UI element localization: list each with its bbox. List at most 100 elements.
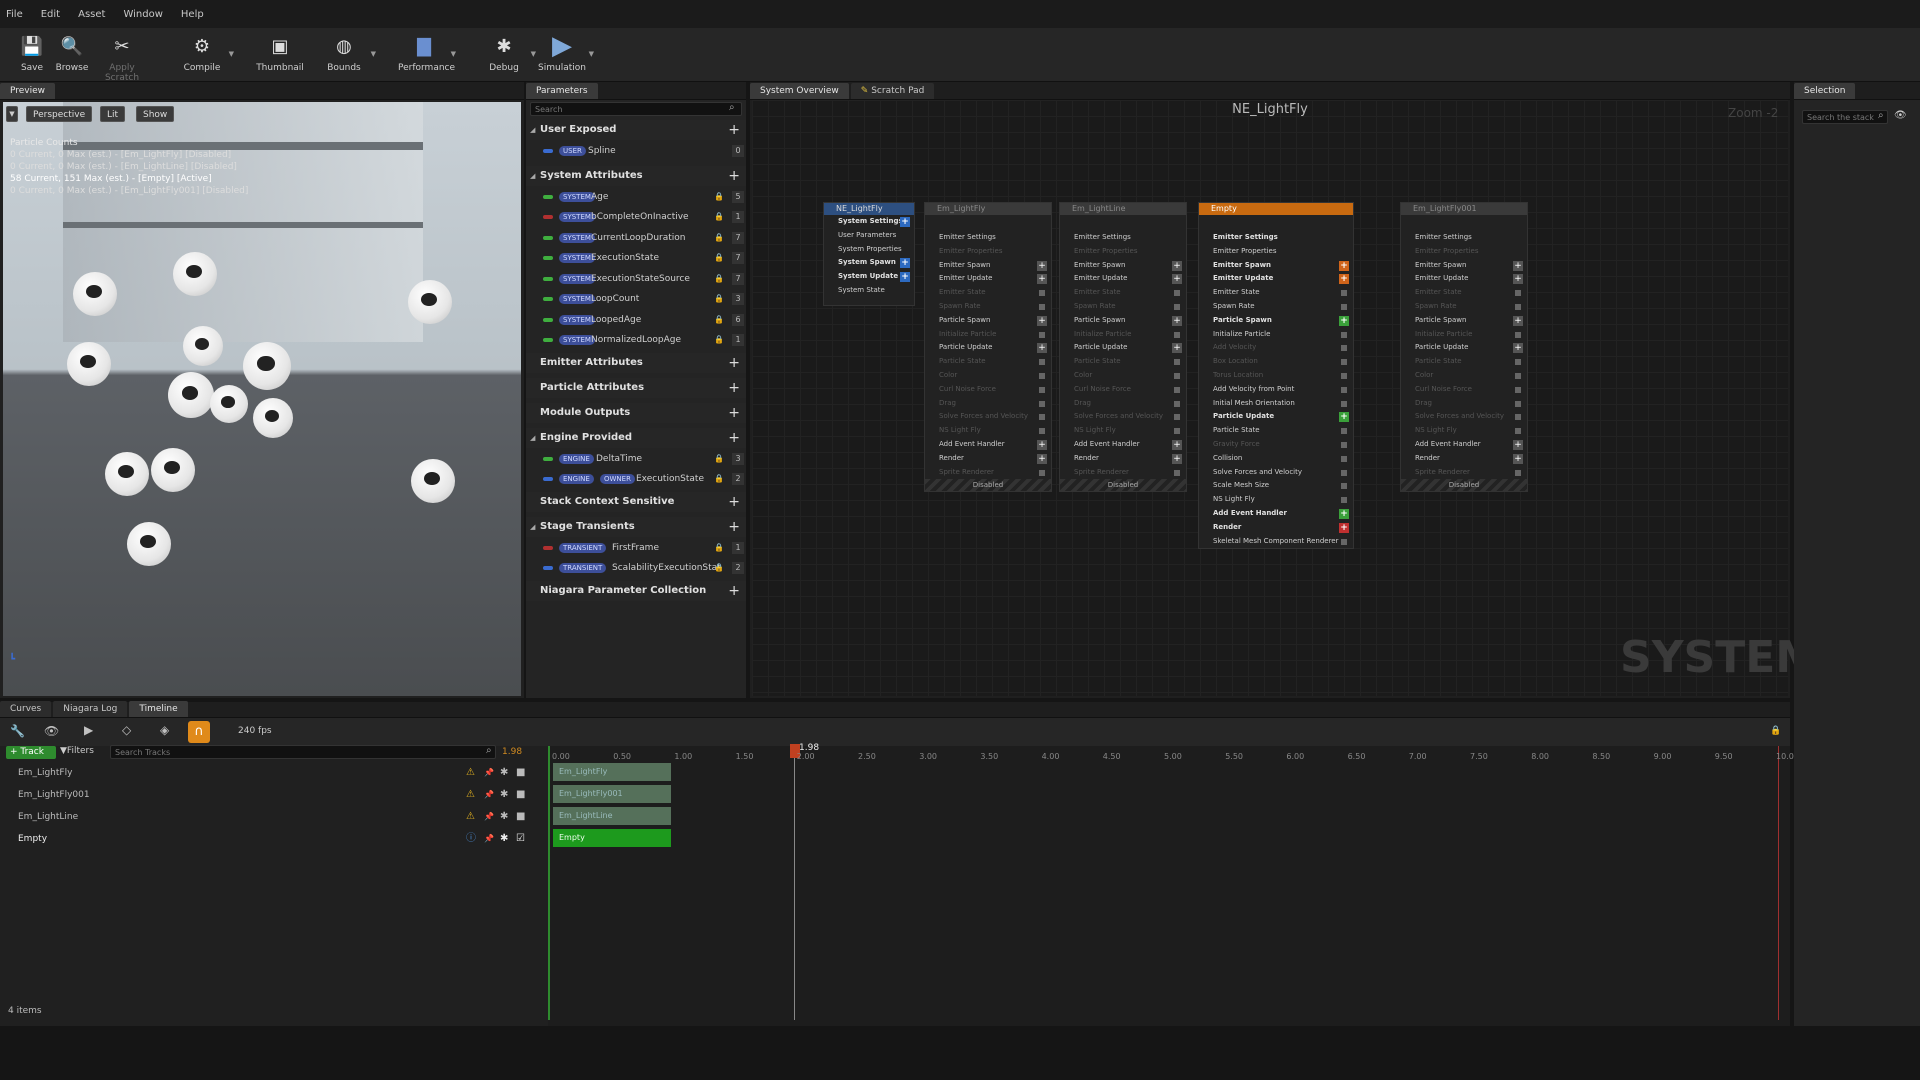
- enable-checkbox[interactable]: [1341, 497, 1347, 504]
- enable-checkbox[interactable]: [1515, 303, 1521, 310]
- lit-button[interactable]: Lit: [100, 106, 126, 122]
- parameter-row[interactable]: ENGINE OWNER ExecutionState 🔒 2: [526, 469, 746, 489]
- emitter-node-row[interactable]: Emitter Settings: [925, 231, 1051, 245]
- emitter-node-row[interactable]: Spawn Rate: [1199, 300, 1353, 314]
- emitter-segment[interactable]: Em_LightLine: [553, 807, 671, 825]
- emitter-node-row[interactable]: Emitter State: [1199, 286, 1353, 300]
- keyframe-icon[interactable]: ◇: [122, 723, 131, 737]
- enable-checkbox[interactable]: [1174, 414, 1180, 421]
- enable-checkbox[interactable]: [1341, 455, 1347, 462]
- enable-checkbox[interactable]: [1341, 372, 1347, 379]
- section-header[interactable]: ◢ User Exposed +: [526, 120, 746, 140]
- isolate-icon[interactable]: ✱: [500, 784, 508, 806]
- emitter-node-row[interactable]: Emitter Spawn +: [1401, 259, 1527, 273]
- menu-help[interactable]: Help: [181, 9, 204, 20]
- enable-checkbox[interactable]: [1174, 331, 1180, 338]
- emitter-node-row[interactable]: Particle Spawn +: [1060, 314, 1186, 328]
- emitter-node-row[interactable]: Emitter Spawn +: [925, 259, 1051, 273]
- wrench-icon[interactable]: 🔧: [10, 724, 25, 738]
- emitter-node-row[interactable]: NS Light Fly: [925, 424, 1051, 438]
- emitter-node-row[interactable]: Scale Mesh Size: [1199, 479, 1353, 493]
- emitter-node-row[interactable]: Particle State: [1401, 355, 1527, 369]
- expand-arrow-icon[interactable]: ◢: [530, 120, 535, 140]
- parameter-row[interactable]: USERSpline🔒0: [526, 141, 746, 161]
- emitter-node-row[interactable]: Emitter Update +: [1060, 272, 1186, 286]
- enable-checkbox[interactable]: [1515, 331, 1521, 338]
- emitter-node-row[interactable]: NS Light Fly: [1401, 424, 1527, 438]
- emitter-node-row[interactable]: Spawn Rate: [925, 300, 1051, 314]
- enable-checkbox[interactable]: [1341, 469, 1347, 476]
- emitter-node-row[interactable]: Add Velocity: [1199, 341, 1353, 355]
- add-icon[interactable]: +: [728, 378, 740, 398]
- chevron-down-icon[interactable]: ▼: [229, 50, 234, 58]
- enable-checkbox[interactable]: [1174, 428, 1180, 435]
- system-node-row[interactable]: User Parameters: [824, 229, 914, 243]
- enable-checkbox[interactable]: [1174, 372, 1180, 379]
- add-module-icon[interactable]: +: [1037, 315, 1047, 326]
- emitter-node-row[interactable]: Emitter Update +: [1401, 272, 1527, 286]
- emitter-node-row[interactable]: Solve Forces and Velocity: [1060, 410, 1186, 424]
- pin-icon[interactable]: 📌: [484, 828, 494, 850]
- fps-select[interactable]: 240 fps: [238, 726, 272, 736]
- emitter-node-row[interactable]: Render +: [1199, 521, 1353, 535]
- emitter-node-row[interactable]: Drag: [1401, 397, 1527, 411]
- add-module-icon[interactable]: +: [1513, 260, 1523, 271]
- emitter-node-row[interactable]: Initialize Particle: [1199, 328, 1353, 342]
- lock-icon[interactable]: 🔒: [1770, 726, 1781, 736]
- enable-checkbox[interactable]: ■: [516, 784, 525, 806]
- emitter-node-row[interactable]: Color: [1401, 369, 1527, 383]
- system-node-row[interactable]: System Settings +: [824, 215, 914, 229]
- add-icon[interactable]: +: [728, 403, 740, 423]
- track-row[interactable]: Em_LightLine ⚠ 📌 ✱ ■: [0, 806, 536, 828]
- toolbar-simulation-button[interactable]: ▶ Simulation ▼: [536, 31, 594, 73]
- add-icon[interactable]: +: [728, 428, 740, 448]
- section-header[interactable]: Stack Context Sensitive +: [526, 491, 746, 512]
- enable-checkbox[interactable]: [1515, 400, 1521, 407]
- menu-file[interactable]: File: [6, 9, 23, 20]
- isolate-icon[interactable]: ✱: [500, 828, 508, 850]
- enable-checkbox[interactable]: [1174, 290, 1180, 297]
- enable-checkbox[interactable]: [1341, 400, 1347, 407]
- enable-checkbox[interactable]: [1039, 414, 1045, 421]
- emitter-node[interactable]: Em_LightLine Emitter Settings Emitter Prop…: [1059, 202, 1187, 493]
- parameter-row[interactable]: ENGINE DeltaTime 🔒 3: [526, 449, 746, 469]
- system-node-row[interactable]: System State: [824, 284, 914, 298]
- eye-icon[interactable]: 👁: [1894, 110, 1907, 121]
- enable-checkbox[interactable]: [1515, 372, 1521, 379]
- add-module-icon[interactable]: +: [1172, 274, 1182, 285]
- stack-search-input[interactable]: Search the stack: [1802, 110, 1888, 124]
- enable-checkbox[interactable]: [1341, 331, 1347, 338]
- isolate-icon[interactable]: ✱: [500, 806, 508, 828]
- emitter-node-row[interactable]: Emitter State: [1401, 286, 1527, 300]
- emitter-node-row[interactable]: Curl Noise Force: [1060, 383, 1186, 397]
- emitter-node-row[interactable]: Emitter State: [1060, 286, 1186, 300]
- emitter-node-row[interactable]: Add Event Handler +: [1060, 438, 1186, 452]
- pin-icon[interactable]: 📌: [484, 762, 494, 784]
- section-header[interactable]: ◢ Stage Transients +: [526, 516, 746, 537]
- emitter-node-row[interactable]: Sprite Renderer: [1401, 466, 1527, 480]
- emitter-segment[interactable]: Em_LightFly001: [553, 785, 671, 803]
- add-icon[interactable]: +: [728, 166, 740, 186]
- add-module-icon[interactable]: +: [1037, 453, 1047, 464]
- add-module-icon[interactable]: +: [1339, 315, 1349, 326]
- emitter-node-row[interactable]: Emitter Properties: [1060, 245, 1186, 259]
- emitter-node-row[interactable]: Particle State: [925, 355, 1051, 369]
- enable-checkbox[interactable]: [1515, 469, 1521, 476]
- enable-checkbox[interactable]: [1039, 386, 1045, 393]
- emitter-node-row[interactable]: Particle Spawn +: [925, 314, 1051, 328]
- emitter-node-row[interactable]: Particle State: [1060, 355, 1186, 369]
- toolbar-bounds-button[interactable]: ◍ Bounds ▼: [318, 32, 376, 74]
- current-time[interactable]: 1.98: [502, 747, 522, 757]
- enable-checkbox[interactable]: [1039, 469, 1045, 476]
- enable-checkbox[interactable]: [1341, 538, 1347, 545]
- add-module-icon[interactable]: +: [1037, 274, 1047, 285]
- parameter-row[interactable]: SYSTEM CurrentLoopDuration 🔒 7: [526, 228, 746, 248]
- expand-arrow-icon[interactable]: ◢: [530, 517, 535, 537]
- perspective-button[interactable]: Perspective: [26, 106, 93, 122]
- emitter-node-row[interactable]: Emitter Settings: [1401, 231, 1527, 245]
- emitter-node-row[interactable]: Emitter Properties: [925, 245, 1051, 259]
- menu-asset[interactable]: Asset: [78, 9, 105, 20]
- add-module-icon[interactable]: +: [1513, 453, 1523, 464]
- enable-checkbox[interactable]: [1341, 428, 1347, 435]
- enable-checkbox[interactable]: [1515, 428, 1521, 435]
